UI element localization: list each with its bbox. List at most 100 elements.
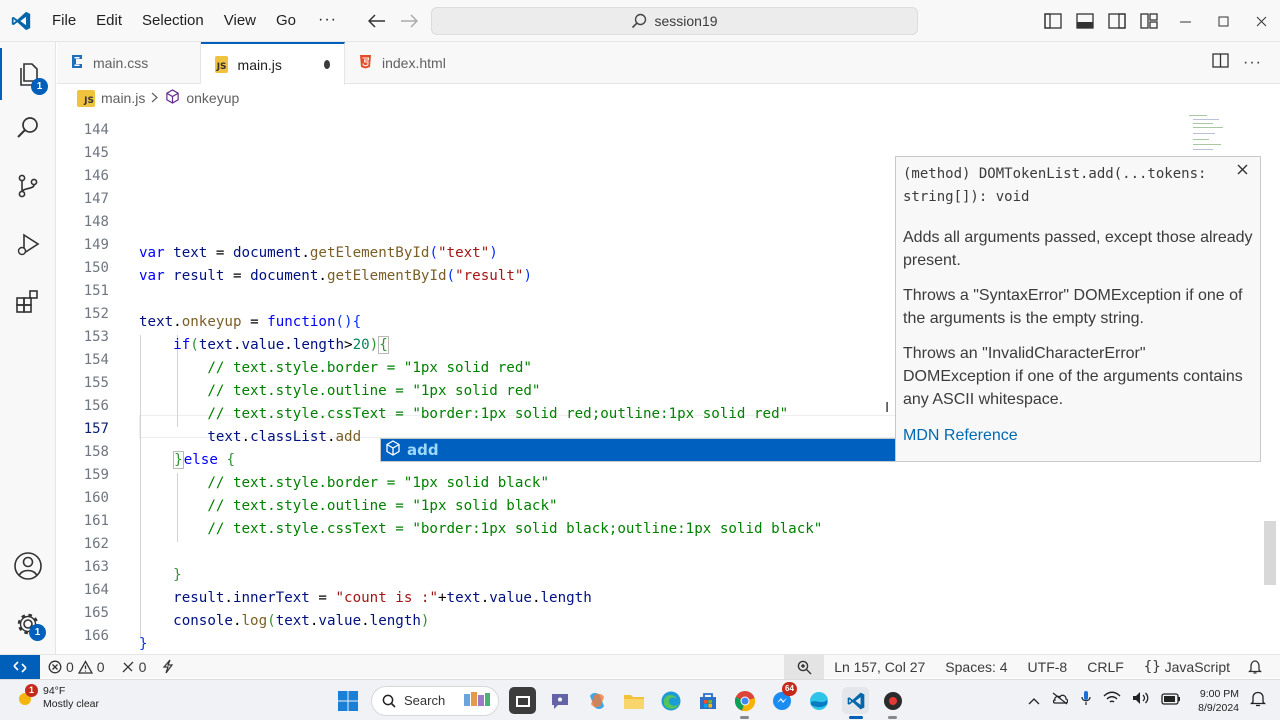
code-line-161: // text.style.cssText = "border:1px soli… — [207, 521, 823, 537]
doc-paragraph: Throws an "InvalidCharacterError" DOMExc… — [903, 345, 1243, 408]
recorder-icon[interactable] — [879, 687, 906, 719]
menu-view[interactable]: View — [214, 0, 266, 42]
code-line-159: // text.style.border = "1px solid black" — [207, 475, 550, 491]
microphone-icon[interactable] — [1080, 690, 1092, 711]
search-highlight-icon — [462, 690, 492, 711]
toggle-secondary-sidebar-icon[interactable] — [1106, 10, 1128, 32]
chevron-up-icon[interactable] — [1028, 692, 1040, 710]
suggestion-item[interactable]: add — [381, 439, 895, 461]
line-number: 159 — [83, 467, 109, 483]
problems-indicator[interactable]: 0 0 — [40, 655, 113, 679]
store-icon[interactable] — [694, 687, 721, 714]
search-icon[interactable] — [0, 102, 56, 154]
tab-label: main.js — [237, 56, 282, 73]
manage-gear-icon[interactable]: 1 — [0, 598, 56, 650]
menu-go[interactable]: Go — [266, 0, 306, 42]
command-center[interactable]: session19 — [431, 7, 918, 35]
wifi-icon[interactable] — [1103, 691, 1121, 710]
menu-edit[interactable]: Edit — [86, 0, 132, 42]
line-number: 157 — [83, 421, 109, 437]
toggle-primary-sidebar-icon[interactable] — [1042, 10, 1064, 32]
ports-indicator[interactable]: 0 — [113, 655, 155, 679]
breadcrumb-symbol[interactable]: onkeyup — [186, 90, 239, 106]
js-file-icon: JS — [215, 56, 228, 73]
cursor-position[interactable]: Ln 157, Col 27 — [824, 655, 935, 679]
toggle-panel-icon[interactable] — [1074, 10, 1096, 32]
run-and-debug-icon[interactable] — [0, 218, 56, 270]
mdn-reference-link[interactable]: MDN Reference — [903, 427, 1253, 445]
edge-browser-icon[interactable] — [657, 687, 684, 714]
start-windows-icon[interactable] — [334, 687, 361, 714]
activity-bar: 1 1 — [0, 42, 56, 654]
extensions-icon[interactable] — [0, 276, 56, 328]
mouse-ibeam-icon: I — [885, 399, 890, 416]
account-icon[interactable] — [0, 540, 56, 592]
onedrive-cloud-icon[interactable] — [1051, 691, 1069, 710]
weather-widget[interactable]: 1 94°F Mostly clear — [14, 684, 99, 711]
menu-file[interactable]: File — [42, 0, 86, 42]
code-line-150: var result = document.getElementById("re… — [139, 268, 532, 284]
command-center-label: session19 — [654, 13, 718, 29]
lightning-icon — [163, 659, 174, 674]
line-number: 162 — [83, 536, 109, 552]
chat-icon[interactable] — [546, 687, 573, 714]
tab-index-html[interactable]: index.html — [345, 42, 488, 84]
zoom-icon[interactable] — [784, 655, 825, 679]
close-window-icon[interactable] — [1242, 0, 1280, 42]
doc-paragraph: Adds all arguments passed, except those … — [903, 229, 1253, 269]
line-number: 150 — [83, 260, 109, 276]
weather-temp: 94°F — [43, 685, 66, 697]
doc-paragraph: Throws a "SyntaxError" DOMException if o… — [903, 287, 1243, 327]
search-placeholder: Search — [404, 693, 446, 708]
notification-bell-icon[interactable] — [1249, 690, 1267, 712]
unsaved-dot-icon[interactable] — [323, 60, 330, 69]
maximize-icon[interactable] — [1204, 0, 1242, 42]
tab-main-js[interactable]: JS main.js — [201, 42, 345, 85]
copilot-icon[interactable] — [583, 687, 610, 714]
vscode-taskbar-icon[interactable] — [842, 687, 869, 719]
code-line-157: text.classList.add — [207, 429, 362, 445]
system-clock[interactable]: 9:00 PM 8/9/2024 — [1198, 687, 1239, 715]
breadcrumb-file[interactable]: main.js — [101, 90, 145, 106]
vertical-scrollbar[interactable] — [1264, 521, 1276, 585]
line-number: 156 — [83, 398, 109, 414]
taskbar-search[interactable]: Search — [371, 685, 499, 716]
source-control-icon[interactable] — [0, 160, 56, 212]
live-share-indicator[interactable] — [154, 655, 182, 679]
line-number: 145 — [83, 145, 109, 161]
task-view-icon[interactable] — [509, 687, 536, 714]
minimize-icon[interactable] — [1166, 0, 1204, 42]
explorer-icon[interactable]: 1 — [0, 48, 56, 100]
messenger-icon[interactable]: 64 — [768, 682, 797, 714]
settings-badge: 1 — [29, 624, 46, 641]
remote-indicator-icon[interactable] — [0, 654, 40, 679]
suggestion-widget[interactable]: add — [380, 438, 896, 462]
line-number: 147 — [83, 191, 109, 207]
indentation[interactable]: Spaces: 4 — [935, 655, 1017, 679]
menu-more-button[interactable]: ··· — [306, 0, 349, 42]
end-of-line[interactable]: CRLF — [1077, 655, 1134, 679]
battery-icon[interactable] — [1161, 692, 1181, 710]
suggestion-label: add — [407, 441, 439, 459]
chrome-browser-icon[interactable] — [731, 687, 758, 719]
notifications-bell-icon[interactable] — [1240, 655, 1280, 679]
language-mode[interactable]: {} JavaScript — [1134, 655, 1240, 679]
back-arrow-icon[interactable] — [361, 0, 393, 42]
file-explorer-icon[interactable] — [620, 687, 647, 714]
code-line-155: // text.style.outline = "1px solid red" — [207, 383, 541, 399]
encoding[interactable]: UTF-8 — [1018, 655, 1078, 679]
language-label: JavaScript — [1164, 659, 1230, 675]
forward-arrow-icon[interactable] — [393, 0, 425, 42]
menu-selection[interactable]: Selection — [132, 0, 214, 42]
code-line-153: if(text.value.length>20){ — [173, 336, 389, 354]
browser-water-icon[interactable] — [805, 687, 832, 714]
customize-layout-icon[interactable] — [1138, 10, 1160, 32]
close-icon[interactable] — [1237, 162, 1248, 180]
windows-taskbar: 1 94°F Mostly clear Search 64 9:00 PM 8/… — [0, 679, 1280, 720]
more-actions-icon[interactable]: ··· — [1243, 54, 1262, 72]
split-editor-icon[interactable] — [1212, 53, 1229, 73]
volume-icon[interactable] — [1132, 691, 1150, 710]
warning-icon — [77, 659, 93, 674]
tab-main-css[interactable]: main.css — [57, 42, 201, 84]
weather-badge: 1 — [25, 684, 38, 697]
